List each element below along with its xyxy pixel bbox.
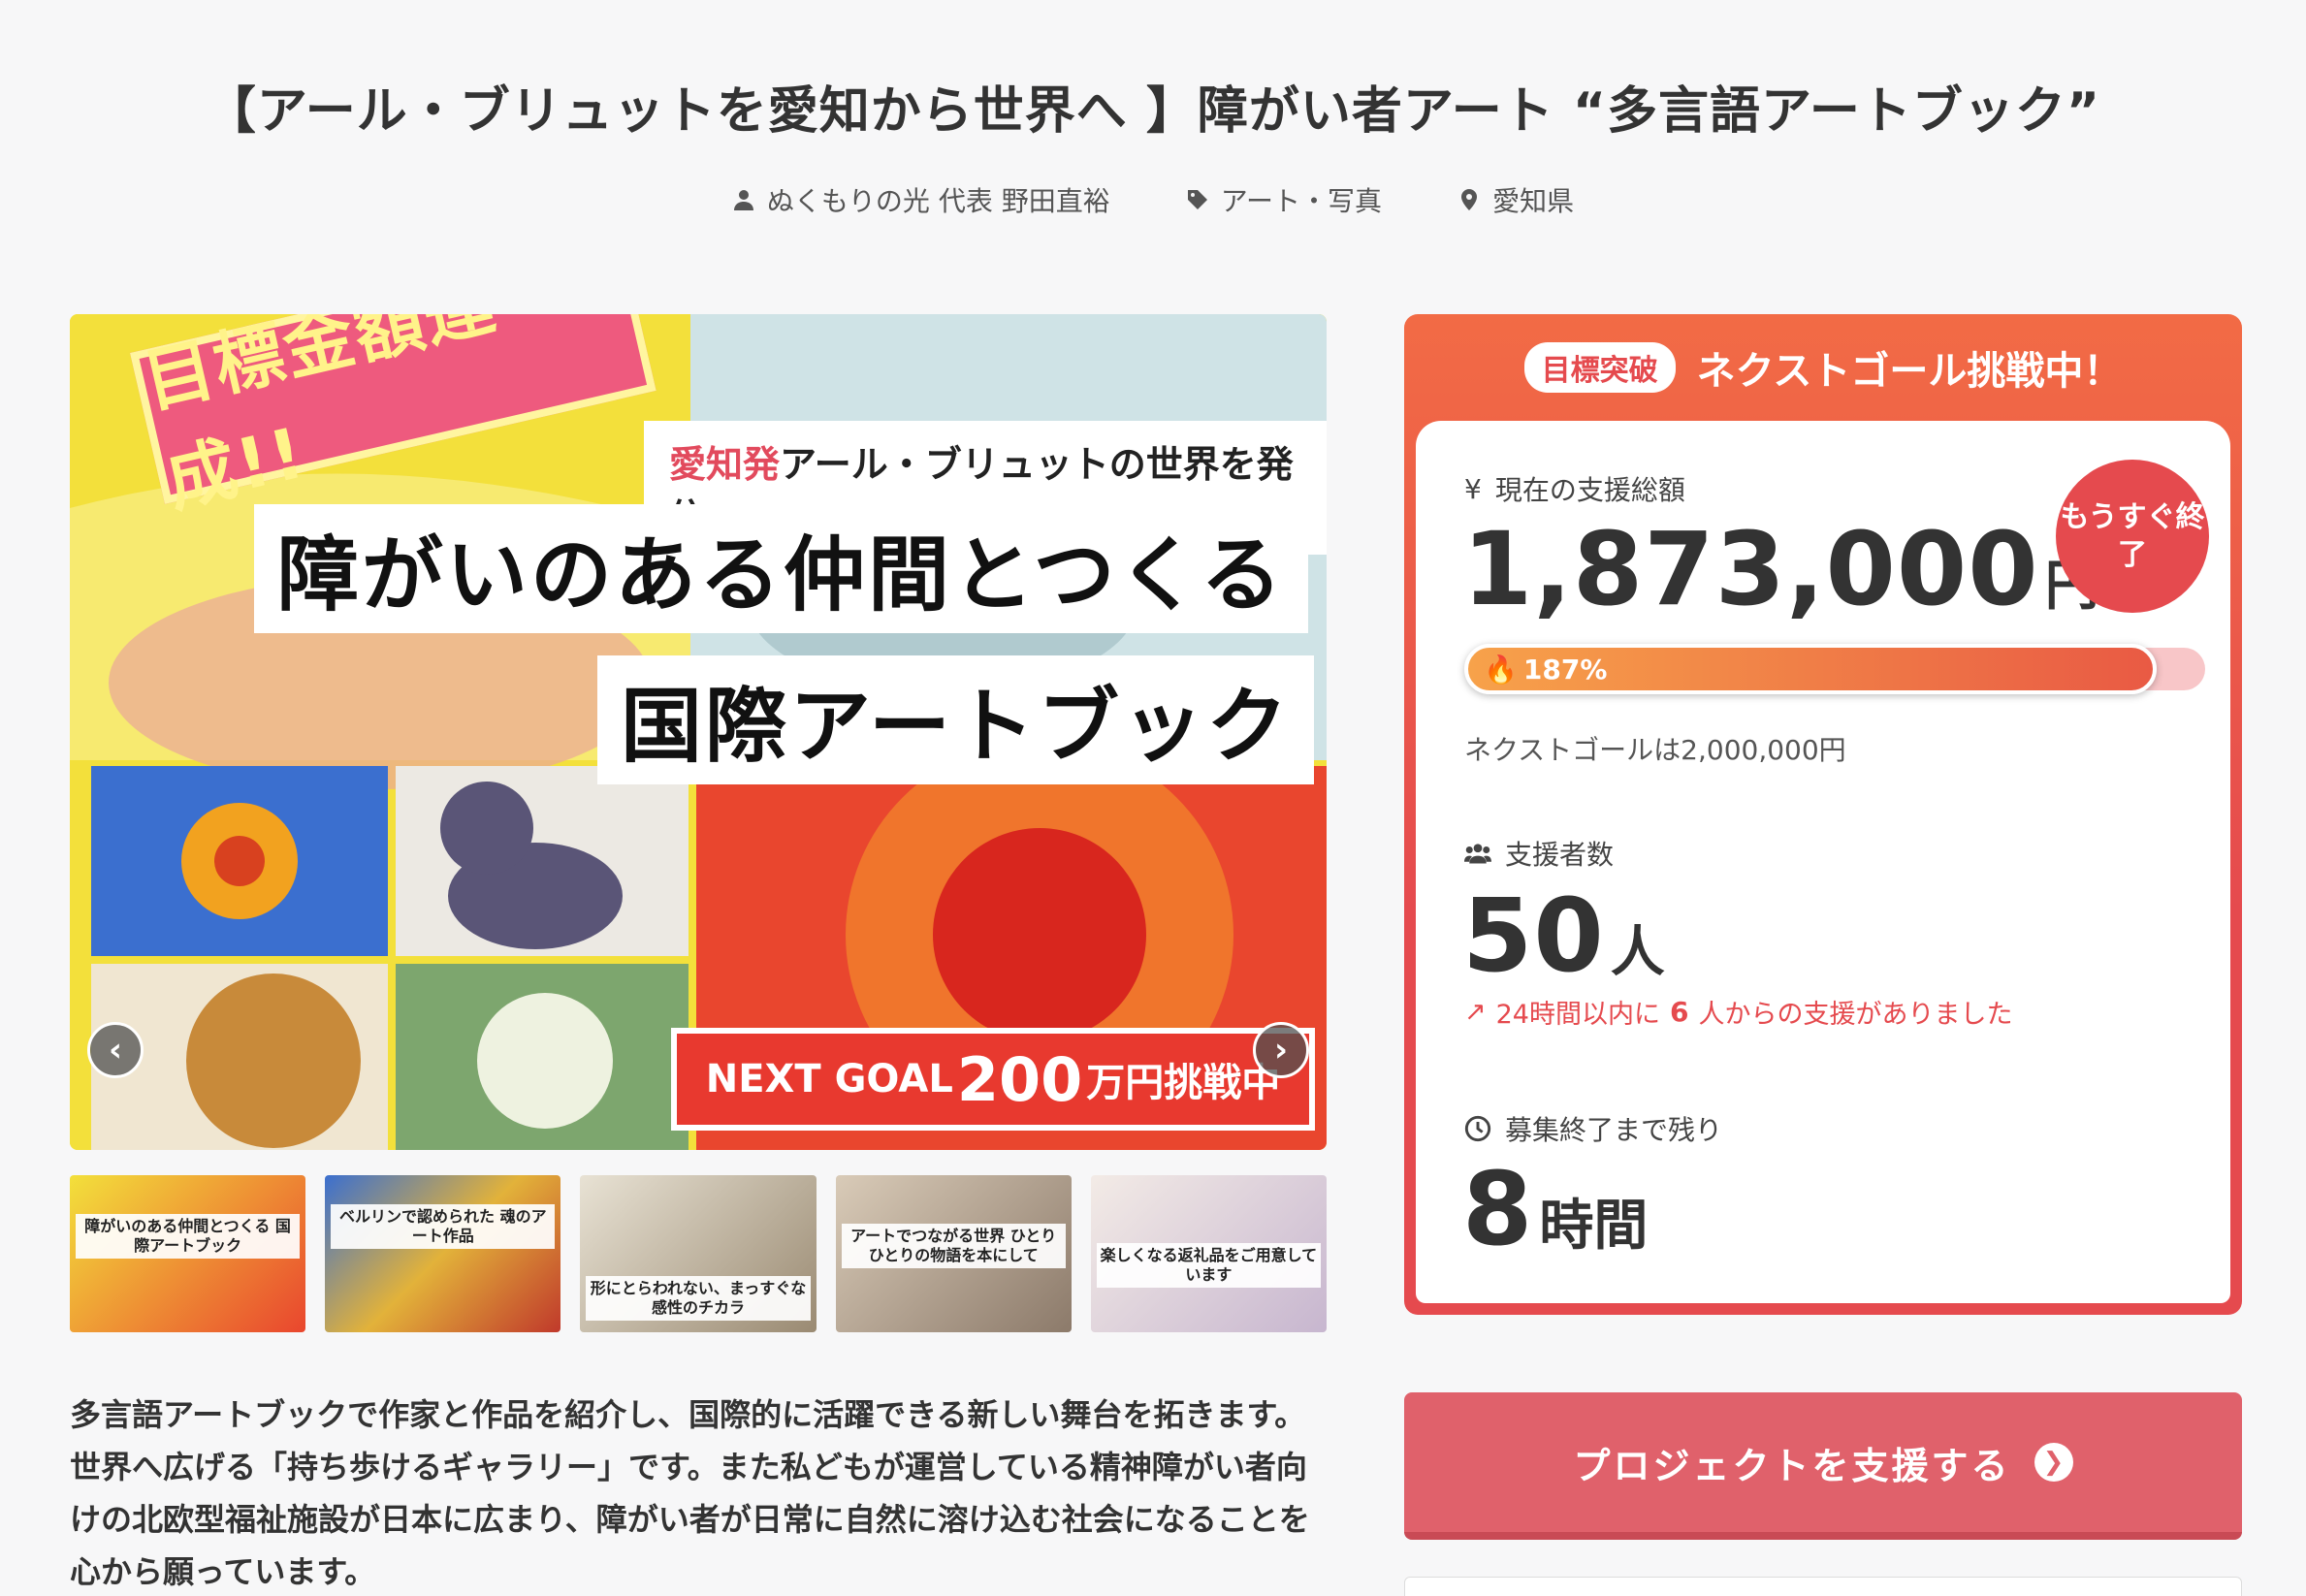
thumbnail-5[interactable]: 楽しくなる返礼品をご用意しています: [1090, 1175, 1328, 1332]
yen-icon: ¥: [1464, 472, 1482, 505]
thumbnail-4[interactable]: アートでつながる世界 ひとりひとりの物語を本にして: [835, 1175, 1072, 1332]
remaining-label: 募集終了まで残り: [1464, 1109, 1722, 1148]
goal-exceeded-badge: 目標突破: [1523, 342, 1676, 393]
tag-icon: [1187, 190, 1207, 209]
trending-up-icon: ↗: [1464, 997, 1487, 1027]
project-meta: ぬくもりの光 代表 野田直裕 アート・写真 愛知県: [0, 180, 2306, 219]
chevron-right-circle-icon: ❯: [2034, 1443, 2073, 1482]
thumbnail-1[interactable]: 障がいのある仲間とつくる 国際アートブック: [70, 1175, 306, 1332]
page-title: 【アール・ブリュットを愛知から世界へ 】障がい者アート “多言語アートブック”: [205, 82, 2101, 141]
chevron-right-icon: ›: [1273, 1031, 1288, 1069]
total-amount: 1,873,000 円: [1462, 510, 2099, 628]
thumbnail-2[interactable]: ベルリンで認められた 魂のアート作品: [325, 1175, 561, 1332]
thumbnail-caption: 楽しくなる返礼品をご用意しています: [1096, 1243, 1322, 1288]
thumbnail-caption: 障がいのある仲間とつくる 国際アートブック: [76, 1214, 301, 1259]
thumbnail-caption: 形にとらわれない、まっすぐな感性のチカラ: [586, 1276, 811, 1321]
project-description: 多言語アートブックで作家と作品を紹介し、国際的に活躍できる新しい舞台を拓きます。…: [70, 1396, 1310, 1590]
fire-icon: 🔥: [1484, 654, 1518, 686]
hero-headline-1: 障がいのある仲間とつくる: [254, 504, 1308, 633]
category-label: アート・写真: [1220, 185, 1383, 217]
next-goal-banner: NEXT GOAL 200 万円挑戦中: [671, 1028, 1315, 1131]
progress-bar: 🔥 187%: [1464, 644, 2205, 694]
hero-carousel[interactable]: 目標金額達成!! 愛知発アール・ブリュットの世界を発信 障がいのある仲間とつくる…: [70, 314, 1327, 1150]
location-link[interactable]: 愛知県: [1457, 180, 1574, 219]
backers-count: 50 人: [1462, 877, 1665, 995]
panel-header: 目標突破 ネクストゴール挑戦中！: [1404, 339, 2242, 396]
chevron-left-icon: ‹: [108, 1031, 122, 1069]
owner-name: ぬくもりの光 代表 野田直裕: [766, 185, 1110, 217]
hero-headline-2: 国際アートブック: [597, 655, 1314, 784]
backers-label: 支援者数: [1464, 834, 1614, 873]
carousel-next-button[interactable]: ›: [1253, 1022, 1309, 1078]
thumbnail-caption: ベルリンで認められた 魂のアート作品: [331, 1204, 556, 1249]
ending-soon-badge: もうすぐ終了: [2056, 460, 2209, 613]
panel-heading: ネクストゴール挑戦中！: [1696, 349, 2123, 394]
panel-body: ¥ 現在の支援総額 1,873,000 円 もうすぐ終了 🔥 187% ネクストゴ…: [1416, 421, 2230, 1303]
support-project-button[interactable]: プロジェクトを支援する ❯: [1404, 1392, 2242, 1540]
map-pin-icon: [1461, 189, 1478, 210]
owner-link[interactable]: ぬくもりの光 代表 野田直裕: [732, 180, 1110, 219]
next-card-edge: [1404, 1577, 2242, 1596]
clock-icon: [1464, 1115, 1491, 1142]
progress-percent: 🔥 187%: [1484, 654, 1608, 686]
total-label: ¥ 現在の支援総額: [1464, 472, 1685, 507]
funding-panel: 目標突破 ネクストゴール挑戦中！ ¥ 現在の支援総額 1,873,000 円 もう…: [1404, 314, 2242, 1315]
support-button-label: プロジェクトを支援する: [1573, 1444, 2011, 1487]
user-icon: [733, 190, 753, 210]
recent-support-notice: ↗ 24時間以内に 6 人からの支援がありました: [1464, 996, 2013, 1030]
remaining-time: 8 時間: [1462, 1150, 1649, 1268]
thumbnail-strip: 障がいのある仲間とつくる 国際アートブック ベルリンで認められた 魂のアート作品…: [70, 1175, 1328, 1332]
users-icon: [1464, 844, 1491, 864]
carousel-prev-button[interactable]: ‹: [87, 1022, 144, 1078]
thumbnail-caption: アートでつながる世界 ひとりひとりの物語を本にして: [841, 1224, 1066, 1268]
category-link[interactable]: アート・写真: [1186, 180, 1382, 219]
location-label: 愛知県: [1492, 185, 1575, 217]
thumbnail-3[interactable]: 形にとらわれない、まっすぐな感性のチカラ: [580, 1175, 817, 1332]
next-goal-text: ネクストゴールは2,000,000円: [1464, 734, 1846, 766]
